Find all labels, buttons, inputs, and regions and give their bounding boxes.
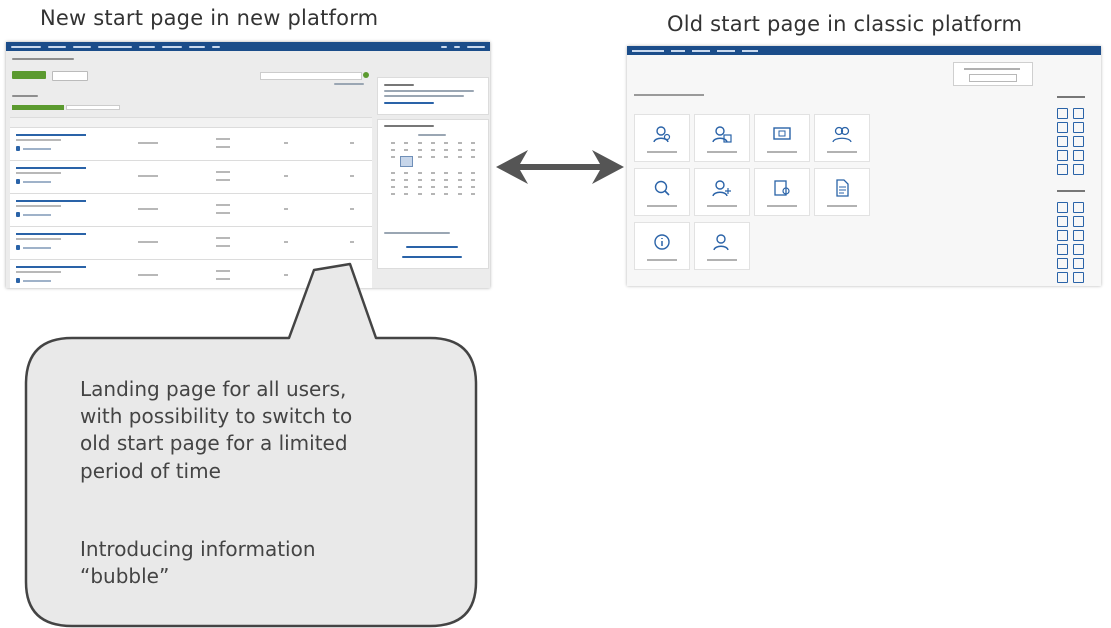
tile-5 — [634, 168, 690, 216]
tile-10 — [694, 222, 750, 270]
tile-7 — [754, 168, 810, 216]
old-start-page-caption: Old start page in classic platform — [667, 12, 1023, 36]
bubble-line: Introducing information — [80, 537, 316, 561]
bubble-line: with possibility to switch to — [80, 404, 353, 429]
user-search-icon — [653, 126, 671, 143]
bubble-line: period of time — [80, 458, 221, 483]
new-page-table — [10, 117, 372, 288]
old-page-right-panel — [1053, 86, 1099, 284]
new-start-page-screenshot — [6, 42, 490, 288]
bubble-line: Landing page for all users, — [80, 377, 347, 401]
document-icon — [836, 179, 849, 197]
bubble-line: “bubble” — [80, 564, 170, 589]
users-icon — [712, 126, 732, 143]
calendar-grid — [386, 142, 480, 195]
old-start-page-screenshot — [627, 46, 1101, 286]
search-icon — [654, 180, 670, 196]
screen-icon — [773, 127, 791, 140]
tile-2 — [694, 114, 750, 162]
tile-3 — [754, 114, 810, 162]
new-page-main-area — [10, 55, 372, 288]
document-settings-icon — [774, 180, 790, 196]
calendar-panel — [377, 119, 489, 269]
group-icon — [832, 126, 852, 143]
tile-1 — [634, 114, 690, 162]
switch-banner — [953, 62, 1033, 86]
info-icon — [654, 234, 670, 250]
tile-8 — [814, 168, 870, 216]
bubble-paragraph-landing-page: Landing page for all users, with possibi… — [80, 376, 352, 485]
user-icon — [713, 234, 729, 251]
bubble-line: old start page for a limited — [80, 431, 348, 456]
classic-platform-nav-bar — [627, 46, 1101, 55]
tile-6 — [694, 168, 750, 216]
new-start-page-caption: New start page in new platform — [40, 6, 379, 30]
tile-9 — [634, 222, 690, 270]
double-headed-arrow-icon — [496, 150, 624, 184]
info-panel — [377, 77, 489, 115]
tile-4 — [814, 114, 870, 162]
bubble-paragraph-information-bubble: Introducing information “bubble” — [80, 536, 316, 590]
user-add-icon — [712, 180, 731, 197]
new-page-sidebar — [377, 55, 489, 285]
new-platform-nav-bar — [6, 42, 490, 51]
